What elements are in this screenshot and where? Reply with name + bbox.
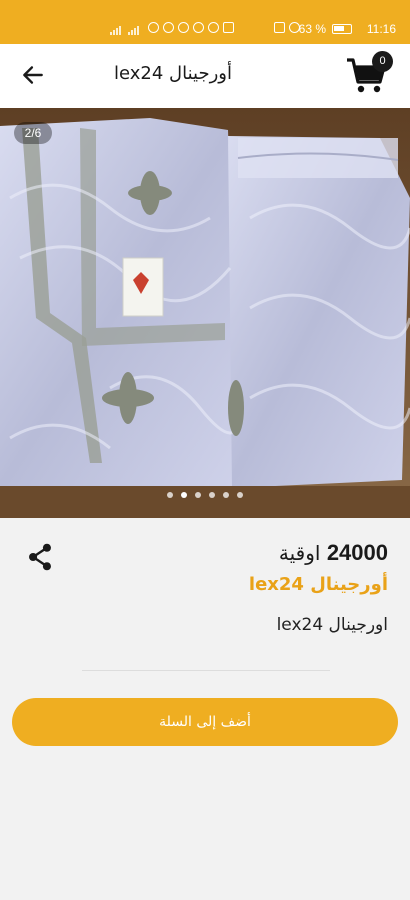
signal-icon <box>128 24 142 35</box>
battery-percent: 63 % <box>298 22 326 36</box>
pagination-dot[interactable] <box>195 492 201 498</box>
tiktok-icon <box>208 22 219 33</box>
product-price: 24000 اوقية <box>279 540 388 566</box>
image-counter: 2/6 <box>14 122 52 144</box>
add-to-cart-button[interactable]: أضف إلى السلة <box>12 698 398 746</box>
whatsapp-icon <box>178 22 189 33</box>
page-title: أورجينال lex24 <box>114 63 232 84</box>
product-image-gallery[interactable]: 2/6 <box>0 108 410 518</box>
cart-count-badge: 0 <box>372 51 393 72</box>
cart-button[interactable]: 0 <box>344 51 396 98</box>
product-name: أورجينال lex24 <box>248 574 388 595</box>
clock: 11:16 <box>366 22 396 36</box>
wifi-icon <box>148 22 159 33</box>
pagination-dot[interactable] <box>181 492 187 498</box>
messenger-icon <box>163 22 174 33</box>
facebook-icon <box>193 22 204 33</box>
product-image <box>0 108 410 518</box>
product-description: اورجينال lex24 <box>276 615 388 635</box>
divider <box>82 670 330 671</box>
status-bar: 63 % 11:16 <box>0 0 410 44</box>
back-arrow-icon[interactable] <box>20 62 46 88</box>
notification-icons <box>148 22 234 33</box>
product-details: 24000 اوقية أورجينال lex24 اورجينال lex2… <box>0 518 410 900</box>
system-icons <box>274 22 300 33</box>
nfc-icon <box>274 22 285 33</box>
signal-icon <box>110 24 124 35</box>
mail-icon <box>223 22 234 33</box>
pagination-dot[interactable] <box>167 492 173 498</box>
price-value: 24000 <box>326 540 388 565</box>
share-icon[interactable] <box>26 542 54 572</box>
pagination-dot[interactable] <box>223 492 229 498</box>
pagination-dot[interactable] <box>237 492 243 498</box>
app-bar: أورجينال lex24 0 <box>0 44 410 108</box>
price-currency: اوقية <box>278 541 321 565</box>
battery-icon <box>332 24 352 34</box>
pagination-dot[interactable] <box>209 492 215 498</box>
gallery-pagination <box>0 492 410 498</box>
